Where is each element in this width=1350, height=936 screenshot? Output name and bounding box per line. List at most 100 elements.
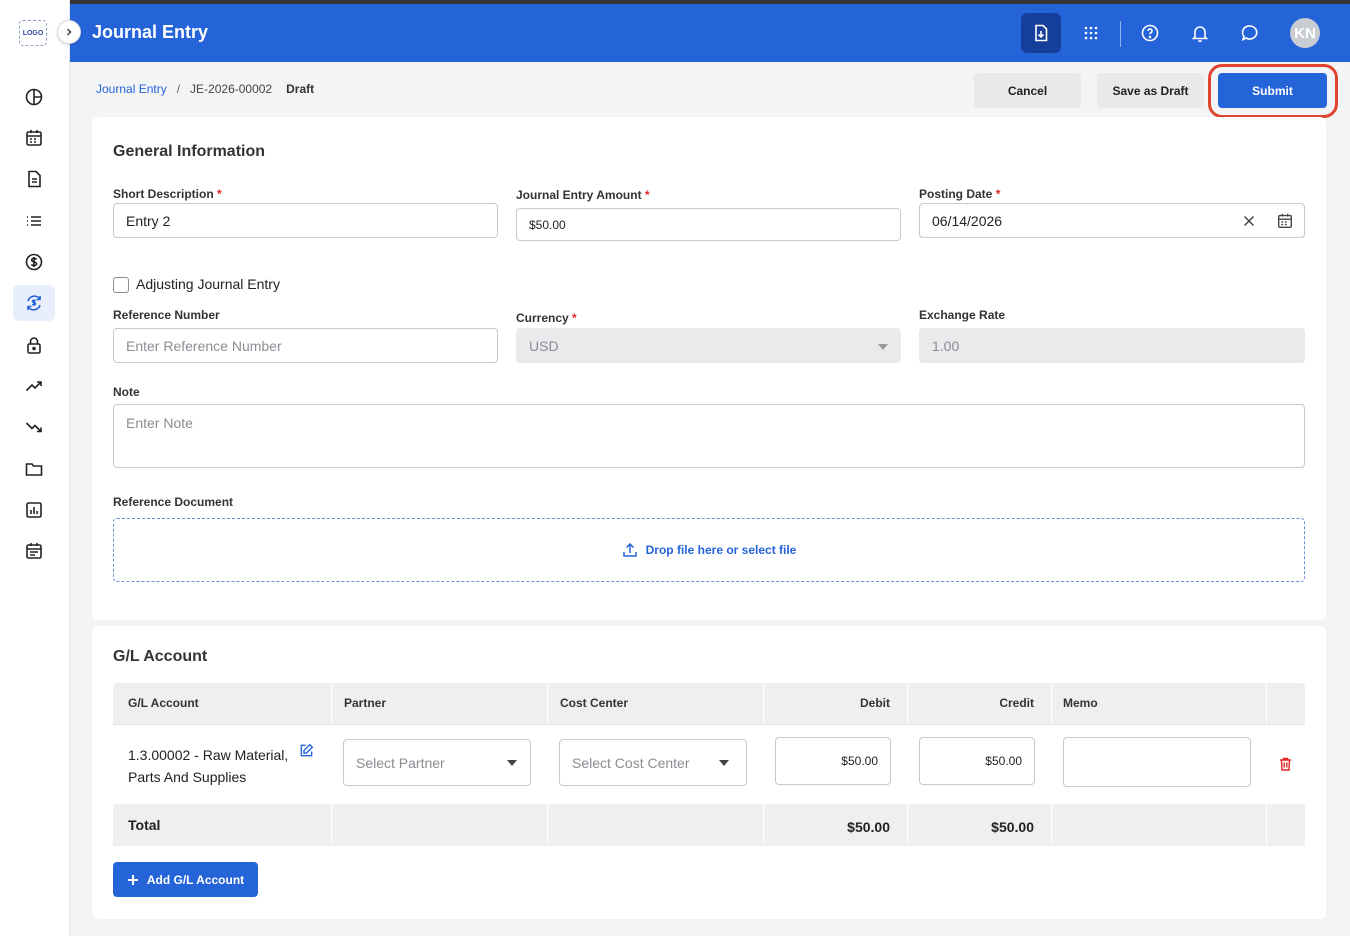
cost-center-placeholder: Select Cost Center — [572, 754, 690, 771]
memo-input[interactable] — [1063, 737, 1251, 787]
footer-separator — [331, 804, 332, 846]
download-document-button[interactable] — [1021, 13, 1061, 53]
save-draft-button[interactable]: Save as Draft — [1097, 73, 1204, 108]
submit-highlight-ring — [1208, 64, 1338, 118]
total-credit: $50.00 — [991, 819, 1034, 835]
posting-date-input[interactable]: 06/14/2026 — [919, 203, 1305, 238]
caret-down-icon — [878, 344, 888, 350]
table-row: 1.3.00002 - Raw Material, Parts And Supp… — [113, 724, 1305, 804]
sidebar-item-folder[interactable] — [13, 451, 55, 487]
breadcrumb: Journal Entry / JE-2026-00002 Draft — [96, 82, 314, 96]
list-icon — [27, 216, 41, 226]
adjusting-entry-label: Adjusting Journal Entry — [136, 276, 280, 292]
currency-select[interactable]: USD — [516, 328, 901, 363]
gl-account-line1: 1.3.00002 - Raw Material, — [128, 747, 289, 763]
sidebar-item-expense[interactable] — [13, 409, 55, 445]
gl-account-title: G/L Account — [113, 648, 208, 665]
footer-separator — [1051, 804, 1052, 846]
page-title: Journal Entry — [92, 22, 209, 42]
breadcrumb-root-link[interactable]: Journal Entry — [96, 82, 167, 96]
clear-icon[interactable] — [1243, 215, 1255, 227]
currency-value: USD — [529, 337, 559, 354]
trash-icon[interactable] — [1279, 757, 1292, 771]
caret-down-icon — [719, 760, 729, 766]
sidebar-item-documents[interactable] — [13, 161, 55, 197]
amount-input[interactable]: $50.00 — [516, 208, 901, 241]
sidebar-item-list[interactable] — [13, 203, 55, 239]
chat-icon — [1241, 25, 1258, 42]
table-total-row: Total $50.00 $50.00 — [113, 804, 1305, 846]
folder-icon — [25, 463, 43, 476]
top-bar: Journal Entry KN — [70, 4, 1350, 62]
file-dropzone[interactable]: Drop file here or select file — [113, 518, 1305, 582]
column-cost-center: Cost Center — [560, 696, 629, 710]
column-debit: Debit — [860, 696, 890, 710]
column-credit: Credit — [999, 696, 1034, 710]
calendar-icon[interactable] — [1276, 212, 1294, 230]
sidebar-item-revenue[interactable] — [13, 368, 55, 404]
footer-separator — [1266, 804, 1267, 846]
adjusting-entry-checkbox[interactable] — [113, 277, 129, 293]
chevron-right-icon — [66, 28, 72, 36]
amount-label: Journal Entry Amount * — [516, 188, 650, 202]
sidebar-item-dashboard[interactable] — [13, 79, 55, 115]
user-avatar[interactable]: KN — [1290, 18, 1320, 48]
reference-document-label: Reference Document — [113, 495, 234, 509]
header-separator — [1266, 683, 1267, 724]
general-information-title: General Information — [113, 143, 266, 160]
posting-date-value: 06/14/2026 — [932, 212, 1003, 229]
sidebar-item-finance[interactable] — [13, 244, 55, 280]
footer-separator — [907, 804, 908, 846]
note-textarea[interactable]: Enter Note — [113, 404, 1305, 468]
partner-select[interactable]: Select Partner — [343, 739, 531, 786]
column-memo: Memo — [1063, 696, 1098, 710]
exchange-icon — [27, 295, 41, 311]
bell-icon — [1191, 26, 1209, 43]
table-header: G/L Account Partner Cost Center Debit Cr… — [113, 683, 1305, 724]
pie-chart-icon — [25, 88, 43, 106]
grid-icon — [1084, 26, 1098, 40]
debit-input[interactable]: $50.00 — [775, 737, 891, 785]
add-gl-account-label: Add G/L Account — [146, 872, 245, 887]
sidebar-item-lock[interactable] — [13, 327, 55, 363]
gl-account-name: 1.3.00002 - Raw Material, Parts And Supp… — [128, 744, 288, 788]
sidebar-item-calendar[interactable] — [13, 120, 55, 156]
dropzone-text: Drop file here or select file — [645, 543, 797, 557]
lock-icon — [27, 337, 41, 354]
credit-input[interactable]: $50.00 — [919, 737, 1035, 785]
help-button[interactable] — [1130, 13, 1170, 53]
apps-grid-button[interactable] — [1071, 13, 1111, 53]
total-debit: $50.00 — [847, 819, 890, 835]
column-gl-account: G/L Account — [128, 696, 199, 710]
note-label: Note — [113, 385, 140, 399]
gl-account-card: G/L Account G/L Account Partner Cost Cen… — [92, 626, 1326, 919]
edit-icon[interactable] — [299, 743, 314, 758]
short-description-label: Short Description * — [113, 187, 222, 201]
currency-label: Currency * — [516, 311, 577, 325]
header-separator — [1051, 683, 1052, 724]
short-description-input[interactable]: Entry 2 — [113, 203, 498, 238]
sidebar-item-schedule[interactable] — [13, 533, 55, 569]
reference-number-input[interactable]: Enter Reference Number — [113, 328, 498, 363]
column-partner: Partner — [344, 696, 387, 710]
caret-down-icon — [507, 760, 517, 766]
sidebar: LOGO — [0, 0, 70, 936]
top-divider — [1120, 21, 1121, 47]
cost-center-select[interactable]: Select Cost Center — [559, 739, 747, 786]
exchange-rate-input[interactable]: 1.00 — [919, 328, 1305, 363]
plus-icon — [127, 874, 138, 885]
help-icon — [1141, 24, 1159, 42]
partner-placeholder: Select Partner — [356, 754, 445, 771]
notifications-button[interactable] — [1180, 13, 1220, 53]
sidebar-expand-button[interactable] — [57, 20, 81, 44]
document-icon — [28, 170, 41, 188]
header-separator — [331, 683, 332, 724]
chat-button[interactable] — [1230, 13, 1270, 53]
status-badge: Draft — [286, 82, 315, 96]
app-logo: LOGO — [19, 20, 47, 46]
add-gl-account-button[interactable]: Add G/L Account — [113, 862, 258, 897]
sidebar-item-reports[interactable] — [13, 492, 55, 528]
posting-date-label: Posting Date * — [919, 187, 1001, 201]
cancel-button[interactable]: Cancel — [974, 73, 1081, 108]
sidebar-item-journal-entry[interactable] — [13, 285, 55, 321]
